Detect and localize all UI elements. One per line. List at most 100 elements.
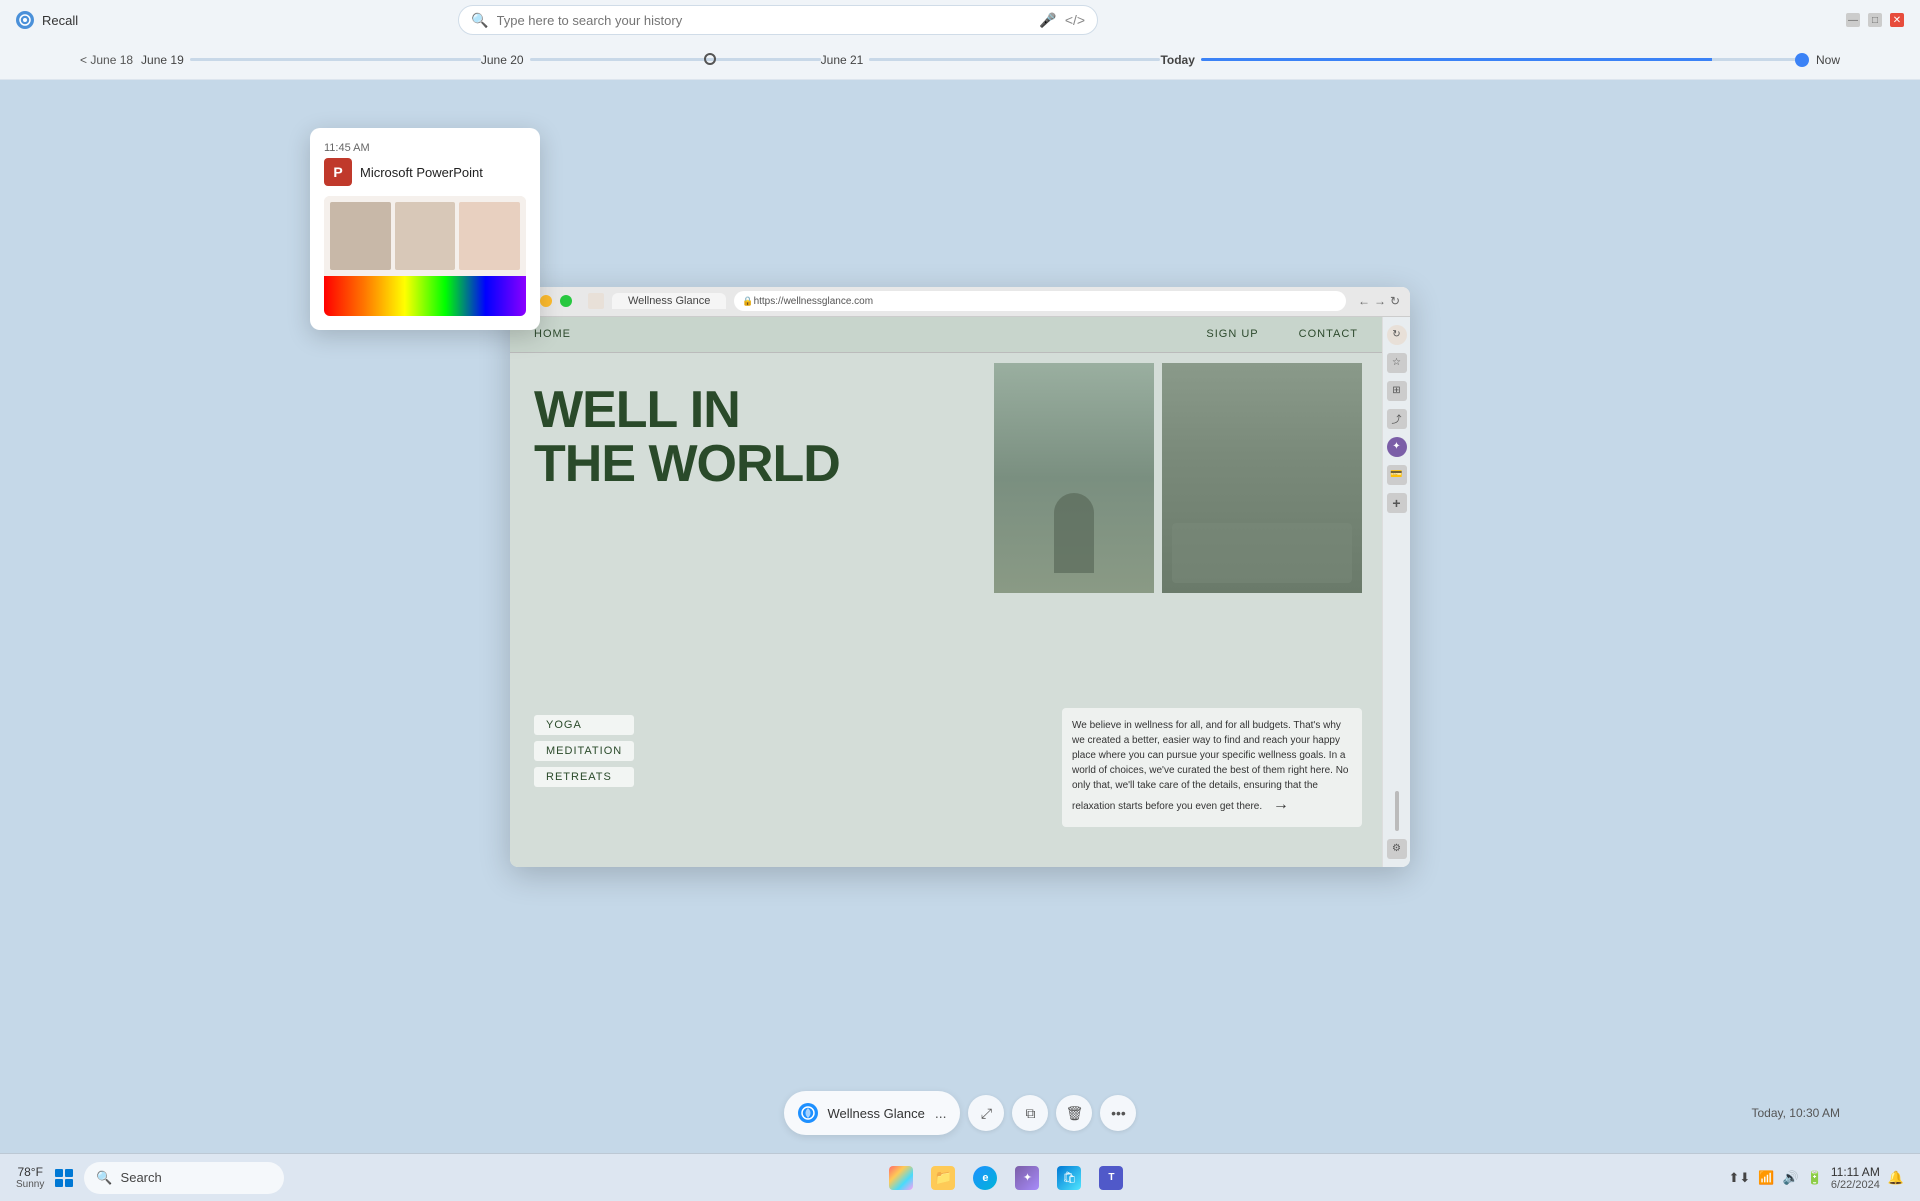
photos-icon <box>889 1166 913 1190</box>
history-search-bar[interactable]: 🔍 🎤 </> <box>458 5 1098 35</box>
yoga-deck <box>1172 523 1352 583</box>
app-title: Recall <box>42 13 78 28</box>
store-icon: 🛍 <box>1057 1166 1081 1190</box>
volume-icon[interactable]: 🔊 <box>1783 1170 1799 1186</box>
minimize-button[interactable]: — <box>1846 13 1860 27</box>
today-label: Today <box>1160 53 1194 67</box>
title-bar: Recall 🔍 🎤 </> — □ ✕ <box>0 0 1920 40</box>
toolbar-site-name: Wellness Glance <box>828 1106 925 1121</box>
sidebar-collections-icon[interactable]: ⊞ <box>1387 381 1407 401</box>
toolbar-more-button[interactable]: ••• <box>1100 1095 1136 1131</box>
june20-label: June 20 <box>481 53 524 67</box>
sidebar-settings-icon[interactable]: ⚙ <box>1387 839 1407 859</box>
sidebar-add-icon[interactable]: + <box>1387 493 1407 513</box>
taskbar-search-bar[interactable]: 🔍 Search <box>84 1162 284 1194</box>
now-label: Now <box>1816 53 1840 67</box>
headline-line2: THE WORLD <box>534 437 840 492</box>
wellness-image-meditation <box>994 363 1154 593</box>
windows-logo-icon <box>55 1169 73 1187</box>
sidebar-copilot-icon[interactable]: ✦ <box>1387 437 1407 457</box>
person-silhouette <box>1054 493 1094 573</box>
explorer-icon: 📁 <box>931 1166 955 1190</box>
edge-browser-icon <box>798 1103 818 1123</box>
wifi-icon[interactable]: 📶 <box>1758 1170 1774 1186</box>
scroll-bar[interactable] <box>1395 791 1399 831</box>
taskbar-app-explorer[interactable]: 📁 <box>925 1160 961 1196</box>
wellness-menu-yoga[interactable]: YOGA <box>534 715 634 735</box>
ppt-tooltip-time: 11:45 AM <box>324 142 526 154</box>
wellness-nav: HOME SIGN UP CONTACT <box>510 317 1382 353</box>
browser-min-btn[interactable] <box>540 295 552 307</box>
wellness-nav-home[interactable]: HOME <box>534 328 571 340</box>
maximize-button[interactable]: □ <box>1868 13 1882 27</box>
taskbar-system-tray: ⬆⬇ 📶 🔊 🔋 11:11 AM 6/22/2024 🔔 <box>1729 1165 1904 1191</box>
wellness-menu-meditation[interactable]: MEDITATION <box>534 741 634 761</box>
wellness-image-yoga <box>1162 363 1362 593</box>
copilot-icon: ✦ <box>1015 1166 1039 1190</box>
wellness-nav-contact[interactable]: CONTACT <box>1299 328 1358 340</box>
ppt-slide-preview <box>324 196 526 276</box>
wellness-body-text: We believe in wellness for all, and for … <box>1062 708 1362 827</box>
taskbar-app-photos[interactable] <box>883 1160 919 1196</box>
recall-icon <box>16 11 34 29</box>
taskbar: 78°F Sunny 🔍 Search 📁 e <box>0 1153 1920 1201</box>
headline-line1: WELL IN <box>534 383 840 438</box>
toolbar-dots[interactable]: ... <box>935 1105 947 1121</box>
timeline-back-button[interactable]: < June 18 <box>80 53 133 67</box>
ppt-img3 <box>459 202 520 270</box>
battery-icon[interactable]: 🔋 <box>1807 1170 1823 1186</box>
taskbar-search-text: Search <box>121 1170 162 1185</box>
wellness-images <box>994 363 1362 593</box>
title-bar-left: Recall <box>16 11 78 29</box>
taskbar-app-icons: 📁 e ✦ 🛍 T <box>288 1160 1724 1196</box>
june20-track[interactable] <box>530 58 821 61</box>
today-track[interactable] <box>1201 58 1802 61</box>
wellness-nav-signup[interactable]: SIGN UP <box>1206 328 1258 340</box>
sidebar-wallet-icon[interactable]: 💳 <box>1387 465 1407 485</box>
ppt-tooltip: 11:45 AM P Microsoft PowerPoint <box>310 128 540 330</box>
sidebar-scroll-indicator <box>1395 791 1399 831</box>
browser-tab[interactable]: Wellness Glance <box>612 293 726 309</box>
toolbar-delete-button[interactable]: 🗑 <box>1056 1095 1092 1131</box>
june19-label: June 19 <box>141 53 184 67</box>
network-icon[interactable]: ⬆⬇ <box>1729 1170 1751 1186</box>
toolbar-site-pill: Wellness Glance ... <box>784 1091 961 1135</box>
wellness-menu-retreats[interactable]: RETREATS <box>534 767 634 787</box>
toolbar-copy-button[interactable]: ⧉ <box>1012 1095 1048 1131</box>
close-button[interactable]: ✕ <box>1890 13 1904 27</box>
browser-refresh-icon[interactable]: ↻ <box>1390 294 1400 308</box>
ppt-preview[interactable] <box>324 196 526 316</box>
weather-widget: 78°F Sunny <box>16 1165 44 1190</box>
ppt-tooltip-header: P Microsoft PowerPoint <box>324 158 526 186</box>
code-icon[interactable]: </> <box>1065 12 1085 28</box>
browser-back-icon[interactable]: ← <box>1358 294 1370 308</box>
notification-icon[interactable]: 🔔 <box>1888 1170 1904 1186</box>
june21-track[interactable] <box>869 58 1160 61</box>
taskbar-app-store[interactable]: 🛍 <box>1051 1160 1087 1196</box>
search-icon: 🔍 <box>471 12 488 29</box>
trash-icon: 🗑 <box>1066 1105 1084 1122</box>
sidebar-share-icon[interactable]: ⤴ <box>1387 409 1407 429</box>
taskbar-app-teams[interactable]: T <box>1093 1160 1129 1196</box>
history-search-input[interactable] <box>497 13 1032 28</box>
sidebar-bookmark-icon[interactable]: ☆ <box>1387 353 1407 373</box>
taskbar-app-edge[interactable]: e <box>967 1160 1003 1196</box>
june19-track[interactable] <box>190 58 481 61</box>
wellness-headline: WELL IN THE WORLD <box>534 383 840 492</box>
browser-addressbar[interactable]: 🔒 https://wellnessglance.com <box>734 291 1346 311</box>
main-content-area: Wellness Glance 🔒 https://wellnessglance… <box>0 80 1920 1073</box>
toolbar-expand-button[interactable]: ⤢ <box>968 1095 1004 1131</box>
sidebar-refresh-icon[interactable]: ↻ <box>1387 325 1407 345</box>
bottom-toolbar: Wellness Glance ... ⤢ ⧉ 🗑 ••• Today, 10:… <box>0 1073 1920 1153</box>
timeline-june20: June 20 <box>481 53 821 67</box>
start-button[interactable] <box>48 1162 80 1194</box>
browser-max-btn[interactable] <box>560 295 572 307</box>
teams-icon: T <box>1099 1166 1123 1190</box>
wellness-arrow-icon[interactable]: → <box>1273 793 1289 817</box>
voice-icon[interactable]: 🎤 <box>1039 12 1056 29</box>
browser-favicon <box>588 293 604 309</box>
timeline-position-dot[interactable] <box>1795 53 1809 67</box>
taskbar-app-copilot[interactable]: ✦ <box>1009 1160 1045 1196</box>
taskbar-clock[interactable]: 11:11 AM 6/22/2024 <box>1831 1165 1880 1191</box>
browser-forward-icon[interactable]: → <box>1374 294 1386 308</box>
